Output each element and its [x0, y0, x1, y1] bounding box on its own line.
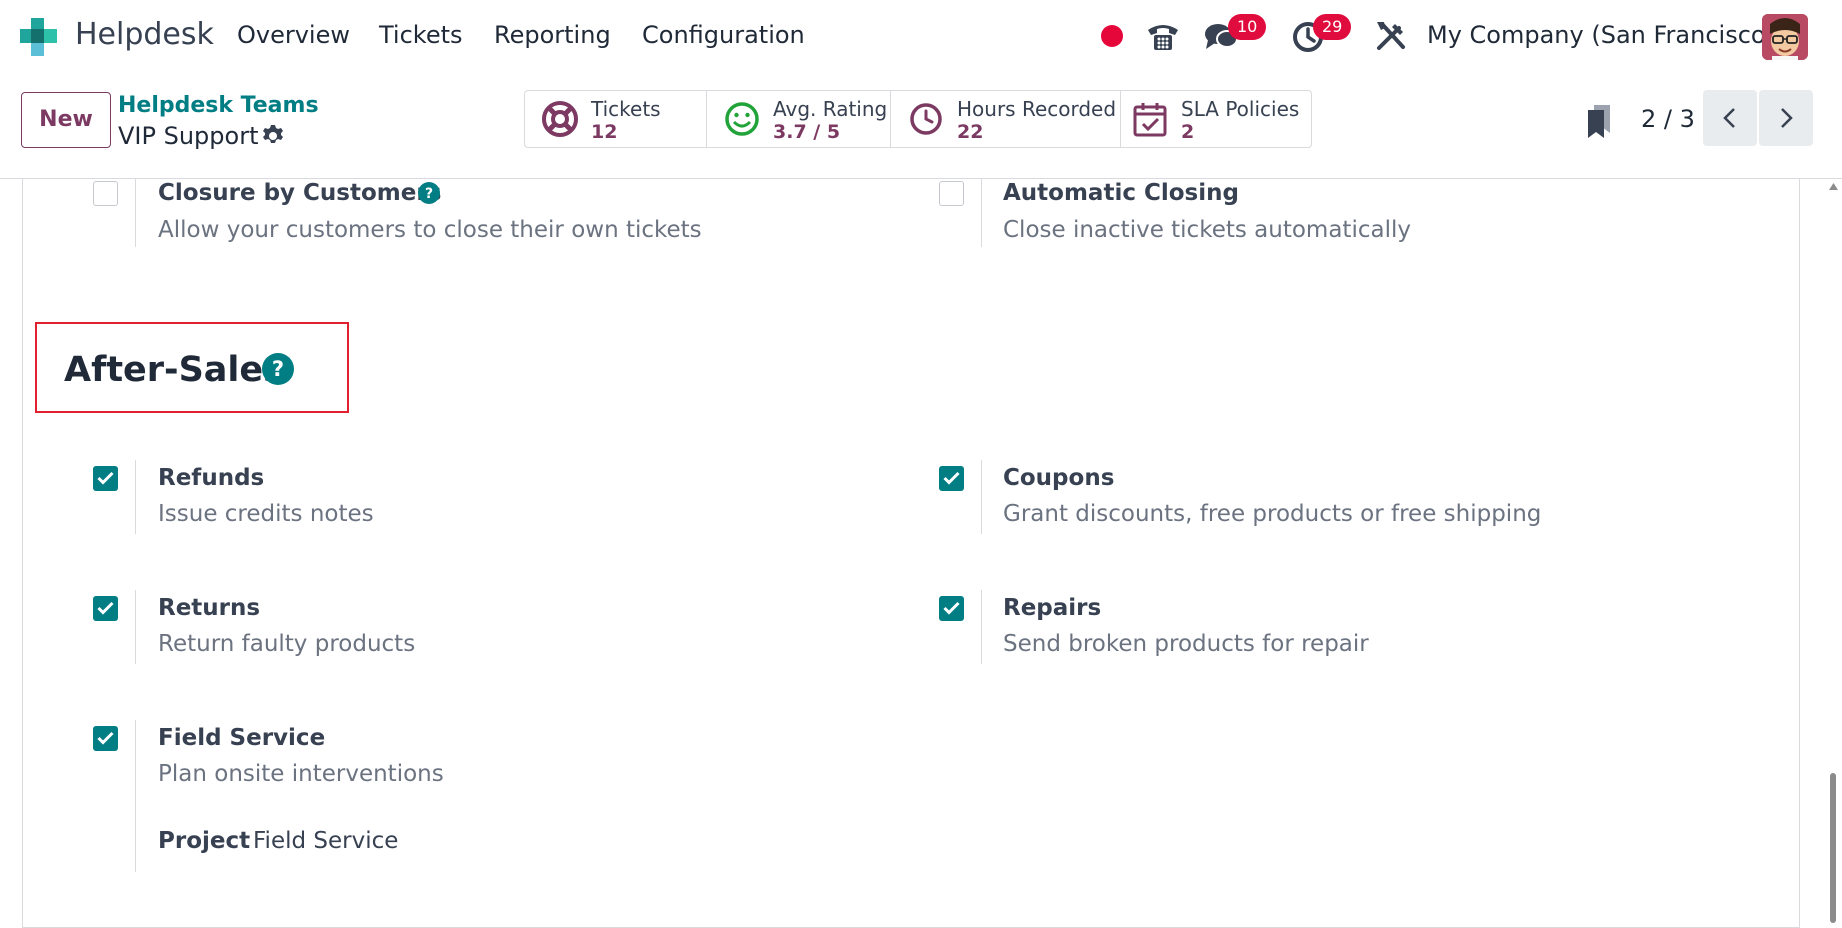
setting-title: Field Service: [158, 725, 326, 751]
setting-description: Return faulty products: [158, 631, 416, 657]
repairs-checkbox[interactable]: [939, 596, 964, 621]
scrollbar-thumb[interactable]: [1830, 773, 1836, 923]
setting-title: Repairs: [1003, 595, 1102, 621]
tools-icon[interactable]: [1373, 18, 1409, 54]
svg-text:?: ?: [272, 357, 284, 381]
setting-description: Send broken products for repair: [1003, 631, 1369, 657]
svg-text:?: ?: [425, 186, 433, 202]
stat-value: 22: [957, 121, 984, 143]
stat-avg-rating[interactable]: Avg. Rating 3.7 / 5: [707, 91, 891, 147]
pager-value[interactable]: 2 / 3: [1641, 105, 1695, 133]
scroll-up-arrow-icon[interactable]: [1829, 183, 1838, 190]
breadcrumb-current: VIP Support: [118, 122, 259, 150]
setting-title: Closure by Customers: [158, 180, 442, 206]
setting-title: Refunds: [158, 465, 265, 491]
section-title: After-Sales: [64, 350, 284, 390]
stat-value: 3.7 / 5: [773, 121, 841, 143]
form-sheet: [22, 179, 1800, 928]
setting-divider: [135, 590, 136, 664]
stat-hours-recorded[interactable]: Hours Recorded 22: [891, 91, 1121, 147]
pager-previous-button[interactable]: [1703, 90, 1757, 146]
setting-divider: [135, 720, 136, 872]
bookmark-icon[interactable]: [1586, 103, 1612, 139]
recording-dot-icon[interactable]: [1101, 25, 1123, 47]
stat-sla-policies[interactable]: SLA Policies 2: [1121, 91, 1311, 147]
phone-icon[interactable]: [1145, 18, 1181, 54]
setting-title: Returns: [158, 595, 261, 621]
new-button[interactable]: New: [21, 92, 111, 148]
help-icon[interactable]: ?: [262, 353, 294, 385]
automatic-closing-checkbox[interactable]: [939, 181, 964, 206]
helpdesk-logo-icon[interactable]: [18, 16, 60, 58]
smiley-icon: [725, 102, 759, 136]
stat-tickets[interactable]: Tickets 12: [525, 91, 707, 147]
menu-reporting[interactable]: Reporting: [494, 21, 611, 49]
calendar-check-icon: [1133, 103, 1167, 137]
setting-divider: [981, 590, 982, 664]
stat-buttons: Tickets 12 Avg. Rating 3.7 / 5 Hours Rec…: [524, 90, 1312, 148]
gear-icon[interactable]: [261, 124, 285, 148]
checkmark-icon: [943, 471, 960, 485]
lifebuoy-icon: [542, 101, 578, 137]
breadcrumb-parent[interactable]: Helpdesk Teams: [118, 93, 319, 118]
setting-divider: [981, 460, 982, 534]
setting-title: Coupons: [1003, 465, 1115, 491]
setting-divider: [135, 460, 136, 534]
app-name[interactable]: Helpdesk: [75, 17, 214, 52]
company-switcher[interactable]: My Company (San Francisco): [1427, 21, 1775, 49]
chevron-left-icon: [1723, 108, 1735, 128]
stat-label: SLA Policies: [1181, 97, 1300, 121]
help-icon[interactable]: ?: [418, 182, 440, 204]
stat-label: Hours Recorded: [957, 97, 1117, 121]
returns-checkbox[interactable]: [93, 596, 118, 621]
top-navbar: Helpdesk Overview Tickets Reporting Conf…: [0, 0, 1842, 72]
setting-description: Plan onsite interventions: [158, 761, 444, 787]
coupons-checkbox[interactable]: [939, 466, 964, 491]
menu-configuration[interactable]: Configuration: [642, 21, 805, 49]
checkmark-icon: [97, 471, 114, 485]
setting-divider: [981, 179, 982, 247]
closure-by-customers-checkbox[interactable]: [93, 181, 118, 206]
setting-description: Close inactive tickets automatically: [1003, 217, 1411, 243]
avatar[interactable]: [1762, 14, 1808, 60]
activities-badge: 29: [1313, 14, 1352, 40]
setting-description: Allow your customers to close their own …: [158, 217, 702, 243]
stat-label: Avg. Rating: [773, 97, 888, 121]
stat-label: Tickets: [591, 97, 661, 121]
setting-description: Issue credits notes: [158, 501, 374, 527]
checkmark-icon: [97, 731, 114, 745]
clock-icon: [910, 103, 942, 135]
project-field[interactable]: Field Service: [253, 828, 398, 854]
setting-description: Grant discounts, free products or free s…: [1003, 501, 1542, 527]
menu-overview[interactable]: Overview: [237, 21, 350, 49]
field-service-checkbox[interactable]: [93, 726, 118, 751]
page-scrollbar[interactable]: [1825, 179, 1842, 928]
stat-value: 12: [591, 121, 618, 143]
project-label: Project: [158, 828, 251, 854]
menu-tickets[interactable]: Tickets: [379, 21, 463, 49]
checkmark-icon: [97, 601, 114, 615]
checkmark-icon: [943, 601, 960, 615]
chevron-right-icon: [1781, 108, 1793, 128]
refunds-checkbox[interactable]: [93, 466, 118, 491]
control-panel: New Helpdesk Teams VIP Support Tickets 1…: [0, 72, 1842, 179]
pager-next-button[interactable]: [1759, 90, 1813, 146]
setting-title: Automatic Closing: [1003, 180, 1239, 206]
stat-value: 2: [1181, 121, 1195, 143]
messages-badge: 10: [1228, 14, 1267, 40]
setting-divider: [135, 179, 136, 247]
